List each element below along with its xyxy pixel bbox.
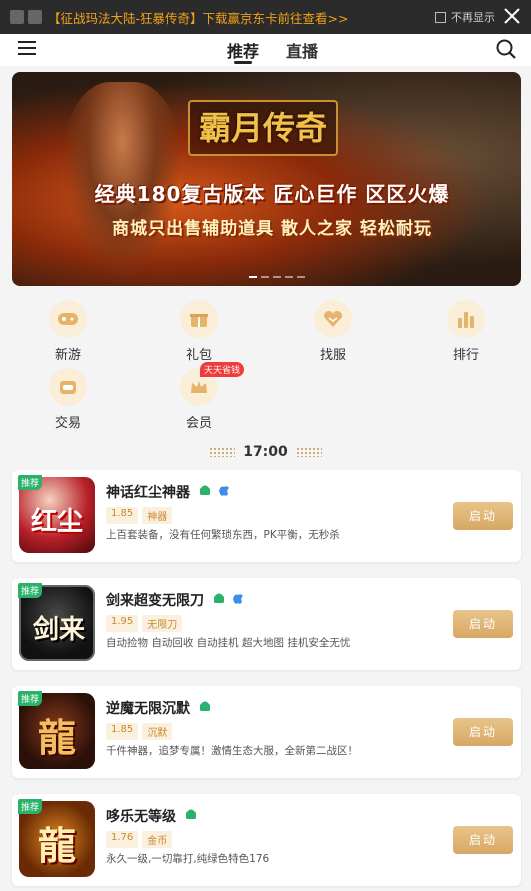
checkbox[interactable] [435, 11, 446, 23]
android-icon [200, 485, 210, 495]
carousel-dot[interactable] [249, 276, 257, 278]
android-icon [214, 593, 224, 603]
banner-subheadline: 商城只出售辅助道具 散人之家 轻松耐玩 [112, 219, 432, 239]
quick-item-label: 会员 [185, 416, 212, 431]
trade-icon [49, 368, 87, 406]
quick-item-label: 礼包 [185, 348, 212, 363]
platform-icons [198, 699, 212, 713]
version-tag: 1.95 [106, 615, 139, 632]
type-tag: 金币 [142, 831, 173, 848]
game-card[interactable]: 推荐 龍 逆魔无限沉默 1.85 沉默 千件神器，追梦专属！激情生态大服，全新第… [12, 686, 521, 778]
type-tag: 无限刀 [142, 615, 183, 632]
game-icon-text: 红尘 [30, 507, 83, 537]
vip-badge: 天天省钱 [200, 362, 245, 377]
platform-icons [212, 591, 245, 605]
game-card[interactable]: 推荐 龍 哆乐无等级 1.76 金币 永久一级,一切靠打,纯绿色特色176 启动 [12, 794, 521, 886]
game-name: 逆魔无限沉默 [106, 701, 190, 717]
time-label: 17:00 [243, 444, 288, 460]
bar-chart-icon [447, 300, 485, 338]
game-name: 剑来超变无限刀 [106, 593, 204, 609]
quick-item-new-games[interactable]: 新游 [28, 300, 108, 363]
game-tags: 1.95 无限刀 [106, 615, 183, 632]
tab-recommend[interactable]: 推荐 [227, 38, 259, 62]
active-tab-indicator [234, 61, 252, 64]
game-description: 自动捡物 自动回收 自动挂机 超大地图 挂机安全无忧 [106, 637, 351, 649]
status-icons [10, 10, 42, 24]
quick-item-label: 找服 [319, 348, 346, 363]
start-button[interactable]: 启动 [453, 826, 513, 854]
banner-headline: 经典180复古版本 匠心巨作 区区火爆 [94, 182, 450, 206]
carousel-dot[interactable] [285, 276, 293, 278]
quick-item-label: 排行 [452, 348, 479, 363]
start-button[interactable]: 启动 [453, 610, 513, 638]
platform-icons [198, 483, 231, 497]
gamepad-icon [49, 300, 87, 338]
quick-item-gift[interactable]: 礼包 [159, 300, 239, 363]
tab-live[interactable]: 直播 [286, 38, 318, 62]
type-tag: 沉默 [142, 723, 173, 740]
game-card[interactable]: 推荐 红尘 神话红尘神器 1.85 神器 上百套装备，没有任何繁琐东西，PK平衡… [12, 470, 521, 562]
game-name: 哆乐无等级 [106, 809, 176, 825]
dont-show-again[interactable]: 不再显示 [435, 9, 495, 25]
start-button[interactable]: 启动 [453, 718, 513, 746]
version-tag: 1.76 [106, 831, 139, 848]
quick-item-find-server[interactable]: 找服 [293, 300, 373, 363]
apple-icon [233, 594, 243, 604]
crown-icon: 天天省钱 [180, 362, 245, 406]
game-description: 千件神器，追梦专属！激情生态大服，全新第二战区！ [106, 745, 358, 757]
promo-banner[interactable]: 霸月传奇 经典180复古版本 匠心巨作 区区火爆 商城只出售辅助道具 散人之家 … [12, 72, 521, 286]
quick-menu: 新游 礼包 找服 排行 交易 天天省钱 会员 [12, 292, 521, 442]
time-divider: 17:00 [200, 443, 331, 461]
close-icon[interactable] [501, 5, 523, 27]
recommend-badge: 推荐 [18, 691, 43, 706]
top-nav: 推荐 直播 [0, 34, 531, 66]
divider-dots [295, 447, 322, 457]
quick-item-vip[interactable]: 天天省钱 会员 [159, 362, 245, 431]
heart-shield-icon [314, 300, 352, 338]
game-name: 神话红尘神器 [106, 485, 190, 501]
game-icon-text: 龍 [37, 823, 76, 868]
game-icon-text: 剑来 [32, 615, 85, 645]
carousel-dots [249, 276, 305, 278]
recommend-badge: 推荐 [18, 583, 43, 598]
quick-item-trade[interactable]: 交易 [28, 368, 108, 431]
divider-dots [209, 447, 236, 457]
ad-banner-bar[interactable]: 【征战玛法大陆-狂暴传奇】下载赢京东卡前往查看>> 不再显示 [0, 0, 531, 34]
game-icon-text: 龍 [37, 715, 76, 760]
game-description: 永久一级,一切靠打,纯绿色特色176 [106, 853, 270, 865]
carousel-dot[interactable] [297, 276, 305, 278]
version-tag: 1.85 [106, 723, 139, 740]
start-button[interactable]: 启动 [453, 502, 513, 530]
android-icon [200, 701, 210, 711]
dont-show-label: 不再显示 [451, 11, 495, 24]
menu-icon[interactable] [18, 41, 36, 55]
quick-item-ranking[interactable]: 排行 [426, 300, 506, 363]
gift-icon [180, 300, 218, 338]
platform-icons [184, 807, 198, 821]
apple-icon [219, 486, 229, 496]
recommend-badge: 推荐 [18, 475, 43, 490]
ad-text[interactable]: 【征战玛法大陆-狂暴传奇】下载赢京东卡前往查看>> [48, 8, 348, 27]
banner-logo: 霸月传奇 [188, 100, 338, 156]
carousel-dot[interactable] [261, 276, 269, 278]
game-tags: 1.76 金币 [106, 831, 173, 848]
type-tag: 神器 [142, 507, 173, 524]
search-icon[interactable] [495, 38, 517, 60]
version-tag: 1.85 [106, 507, 139, 524]
recommend-badge: 推荐 [18, 799, 43, 814]
game-tags: 1.85 沉默 [106, 723, 173, 740]
quick-item-label: 交易 [54, 416, 81, 431]
android-icon [186, 809, 196, 819]
game-description: 上百套装备，没有任何繁琐东西，PK平衡，无秒杀 [106, 529, 340, 541]
game-tags: 1.85 神器 [106, 507, 173, 524]
carousel-dot[interactable] [273, 276, 281, 278]
game-card[interactable]: 推荐 剑来 剑来超变无限刀 1.95 无限刀 自动捡物 自动回收 自动挂机 超大… [12, 578, 521, 670]
quick-item-label: 新游 [54, 348, 81, 363]
